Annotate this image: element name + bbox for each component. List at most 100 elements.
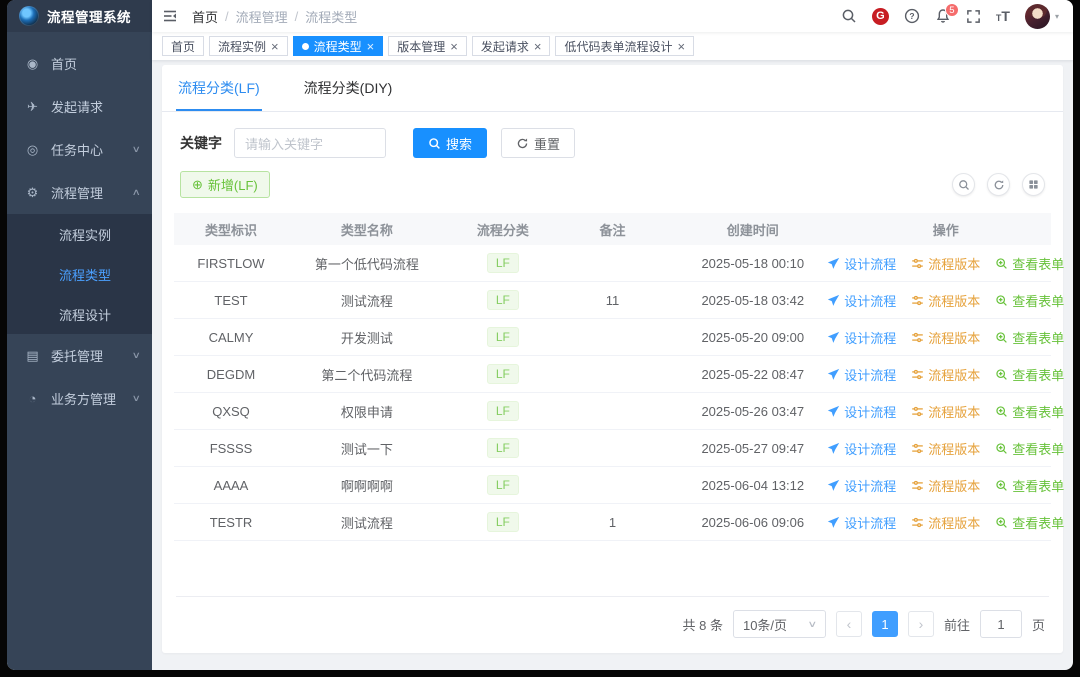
view-form-link[interactable]: 查看表单 (995, 365, 1064, 384)
zoom-plus-icon (996, 405, 1008, 417)
page-size-select[interactable]: 10条/页 ∨ (732, 610, 826, 638)
cell-type-name: 测试流程 (340, 293, 393, 309)
close-icon[interactable]: × (367, 40, 375, 53)
add-lf-button[interactable]: ⊕ 新增(LF) (180, 171, 270, 198)
table-refresh-icon[interactable] (987, 173, 1010, 196)
cell-created-at: 2025-05-26 03:47 (701, 403, 805, 419)
flow-version-link[interactable]: 流程版本 (911, 439, 980, 458)
tab-process-category-lf[interactable]: 流程分类(LF) (176, 65, 262, 111)
submenu-item-label: 流程类型 (59, 267, 112, 283)
close-icon[interactable]: × (450, 40, 458, 53)
flow-version-link[interactable]: 流程版本 (911, 291, 980, 310)
design-flow-link[interactable]: 设计流程 (827, 439, 896, 458)
paper-plane-icon: ✈ (27, 98, 38, 114)
close-icon[interactable]: × (271, 40, 279, 53)
sidebar-submenu-item[interactable]: 流程实例 (7, 214, 152, 254)
table-row: CALMY 开发测试 LF 2025-05-20 09:00 设计流程 流程版本 (174, 319, 1064, 356)
tags-view-tab[interactable]: 低代码表单流程设计 × (555, 36, 695, 56)
zoom-plus-icon (996, 257, 1008, 269)
table-tools (952, 173, 1045, 196)
sidebar: 流程管理系统 ◉ 首页 ✈ 发起请求 ◎ 任务中心 ∨ ⚙ 流程管理 ∧ 流程实… (7, 0, 152, 670)
design-flow-link[interactable]: 设计流程 (827, 365, 896, 384)
sidebar-menu-item[interactable]: ⚙ 流程管理 ∧ (7, 171, 152, 214)
category-tag: LF (486, 290, 519, 310)
tab-process-category-diy[interactable]: 流程分类(DIY) (302, 65, 395, 111)
category-tag: LF (486, 475, 519, 495)
caret-down-icon: ▾ (1054, 11, 1059, 21)
user-menu[interactable]: ▾ (1024, 3, 1059, 29)
design-flow-link[interactable]: 设计流程 (827, 254, 896, 273)
sidebar-menu-item[interactable]: ◔ 业务方管理 ∨ (7, 377, 152, 420)
search-button[interactable]: 搜索 (413, 128, 488, 158)
sliders-icon (912, 369, 923, 379)
table-search-icon[interactable] (952, 173, 975, 196)
close-icon[interactable]: × (534, 40, 542, 53)
flow-version-link[interactable]: 流程版本 (911, 254, 980, 273)
close-icon[interactable]: × (677, 40, 685, 53)
tags-view-tab[interactable]: 流程实例 × (209, 36, 288, 56)
tag-label: 版本管理 (397, 39, 446, 54)
cell-created-at: 2025-05-22 08:47 (701, 366, 805, 382)
design-flow-link[interactable]: 设计流程 (827, 291, 896, 310)
breadcrumb-item-home[interactable]: 首页 (192, 7, 218, 26)
page-unit-label: 页 (1031, 617, 1045, 633)
view-form-link[interactable]: 查看表单 (995, 291, 1064, 310)
category-tag: LF (486, 512, 519, 532)
task-center-icon: ◎ (26, 141, 39, 157)
design-flow-link[interactable]: 设计流程 (827, 513, 896, 532)
sidebar-menu-item[interactable]: ◉ 首页 (7, 42, 152, 85)
view-form-link[interactable]: 查看表单 (995, 439, 1064, 458)
sidebar-menu-item[interactable]: ▤ 委托管理 ∨ (7, 334, 152, 377)
cell-created-at: 2025-05-18 03:42 (701, 292, 805, 308)
flow-version-link[interactable]: 流程版本 (911, 513, 980, 532)
tags-view-tab[interactable]: 首页 (162, 36, 205, 56)
tags-view-tab[interactable]: 版本管理 × (388, 36, 467, 56)
sidebar-collapse-icon[interactable] (162, 8, 178, 24)
font-size-icon[interactable]: TT (996, 9, 1010, 23)
help-icon[interactable]: ? (904, 8, 920, 24)
table-row: FIRSTLOW 第一个低代码流程 LF 2025-05-18 00:10 设计… (174, 245, 1064, 282)
col-type-id: 类型标识 (204, 222, 257, 238)
reset-button[interactable]: 重置 (501, 128, 576, 158)
flow-version-link[interactable]: 流程版本 (911, 328, 980, 347)
tag-label: 发起请求 (480, 39, 529, 54)
view-form-link[interactable]: 查看表单 (995, 513, 1064, 532)
sidebar-menu-item[interactable]: ◎ 任务中心 ∨ (7, 128, 152, 171)
paper-plane-icon (828, 331, 840, 343)
flow-version-link[interactable]: 流程版本 (911, 476, 980, 495)
keyword-input[interactable]: 请输入关键字 (234, 128, 386, 158)
flow-version-link[interactable]: 流程版本 (911, 365, 980, 384)
search-icon[interactable] (841, 8, 857, 24)
page-number-button[interactable]: 1 (871, 611, 898, 637)
design-flow-link[interactable]: 设计流程 (827, 402, 896, 421)
sidebar-submenu-item[interactable]: 流程设计 (7, 294, 152, 334)
view-form-link[interactable]: 查看表单 (995, 476, 1064, 495)
view-form-link[interactable]: 查看表单 (995, 402, 1064, 421)
prev-page-button[interactable]: ‹ (835, 611, 862, 637)
gitee-icon[interactable]: G (871, 7, 889, 25)
flow-version-link[interactable]: 流程版本 (911, 402, 980, 421)
tags-view-tab[interactable]: 发起请求 × (471, 36, 551, 56)
next-page-button[interactable]: › (907, 611, 934, 637)
goto-page-input[interactable]: 1 (979, 610, 1022, 638)
cell-type-name: 开发测试 (340, 330, 393, 346)
sidebar-menu-item[interactable]: ✈ 发起请求 (7, 85, 152, 128)
goto-label: 前往 (943, 617, 970, 633)
table-row: AAAA 啊啊啊啊 LF 2025-06-04 13:12 设计流程 流程版本 (174, 467, 1064, 504)
table-row: TEST 测试流程 LF 11 2025-05-18 03:42 设计流程 流程… (174, 282, 1064, 319)
view-form-link[interactable]: 查看表单 (995, 328, 1064, 347)
tag-label: 流程实例 (218, 39, 267, 54)
view-form-link[interactable]: 查看表单 (995, 254, 1064, 273)
cell-created-at: 2025-05-27 09:47 (701, 440, 805, 456)
notification-bell-icon[interactable]: 5 (935, 3, 959, 24)
fullscreen-icon[interactable] (966, 9, 981, 24)
design-flow-link[interactable]: 设计流程 (827, 328, 896, 347)
tags-view-tab[interactable]: 流程类型 × (292, 36, 384, 56)
sidebar-submenu-item[interactable]: 流程类型 (7, 254, 152, 294)
delegate-icon: ▤ (26, 347, 39, 363)
table-columns-icon[interactable] (1022, 173, 1045, 196)
search-form: 关键字 请输入关键字 搜索 重置 (162, 112, 1063, 158)
design-flow-link[interactable]: 设计流程 (827, 476, 896, 495)
app-logo[interactable]: 流程管理系统 (7, 0, 152, 32)
chevron-icon: ∨ (132, 393, 142, 403)
